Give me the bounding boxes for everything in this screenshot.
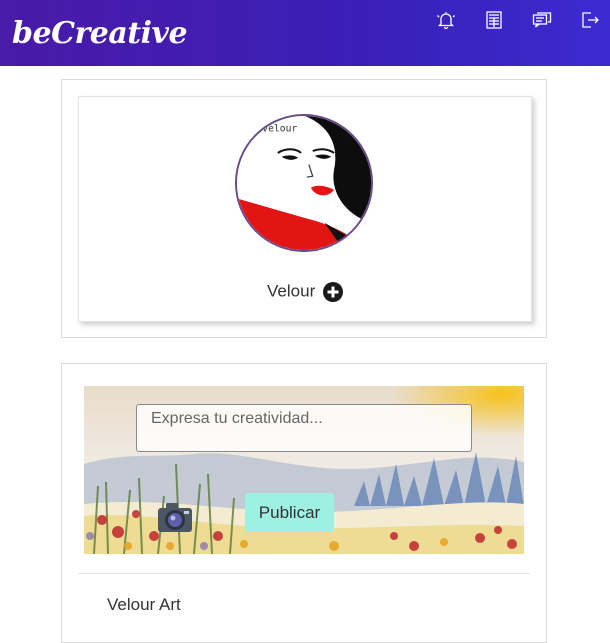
divider [78,573,530,574]
nav-icons [436,10,600,30]
post-card: Publicar Velour Art [61,363,547,643]
post-author[interactable]: Velour Art [107,595,181,615]
profile-inner-card: Velour Velour [78,96,532,322]
logout-icon[interactable] [580,10,600,30]
camera-icon[interactable] [156,500,194,536]
brand-logo[interactable]: beCreative [12,16,188,51]
top-navbar: beCreative [0,0,610,66]
avatar[interactable]: Velour [235,114,373,252]
profile-name-row: Velour [79,281,531,302]
publish-button[interactable]: Publicar [245,493,334,532]
profile-card: Velour Velour [61,79,547,338]
profile-name: Velour [267,281,316,301]
plus-circle-icon[interactable] [322,281,343,302]
bell-icon[interactable] [436,10,456,30]
newspaper-icon[interactable] [484,10,504,30]
avatar-signature: Velour [262,124,297,135]
post-input[interactable] [136,404,472,452]
chat-icon[interactable] [532,10,552,30]
